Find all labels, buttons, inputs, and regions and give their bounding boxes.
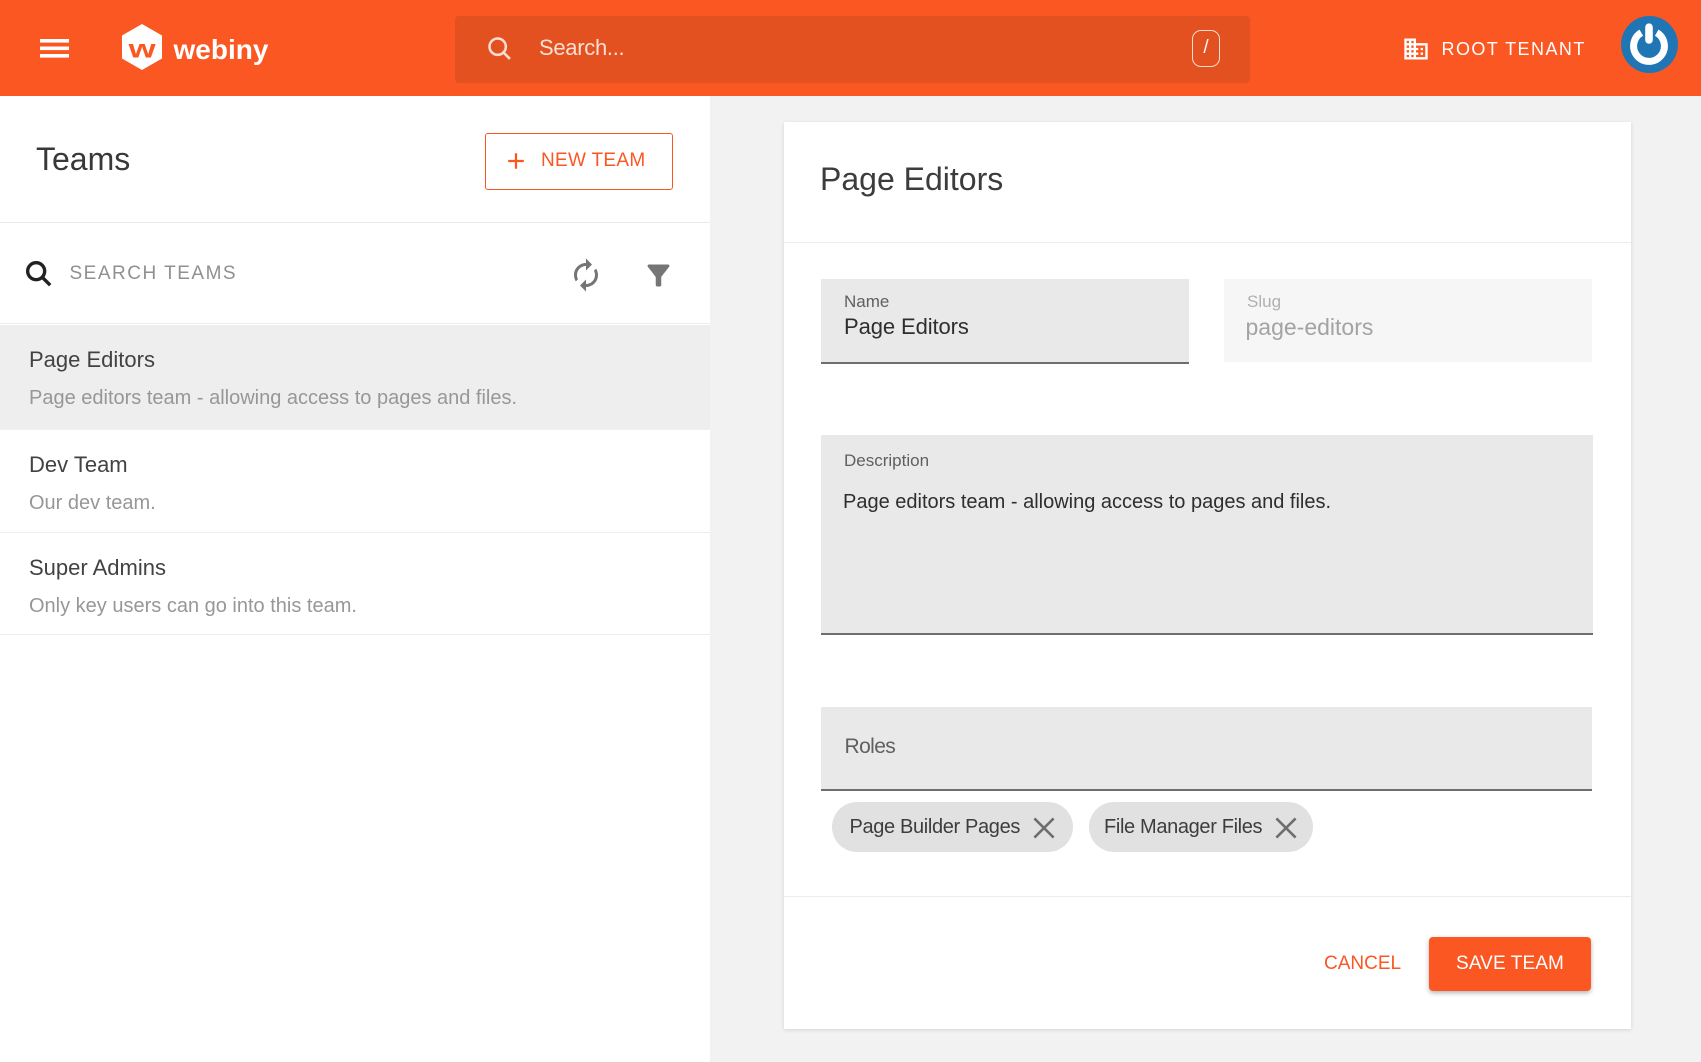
- svg-text:w: w: [127, 33, 156, 63]
